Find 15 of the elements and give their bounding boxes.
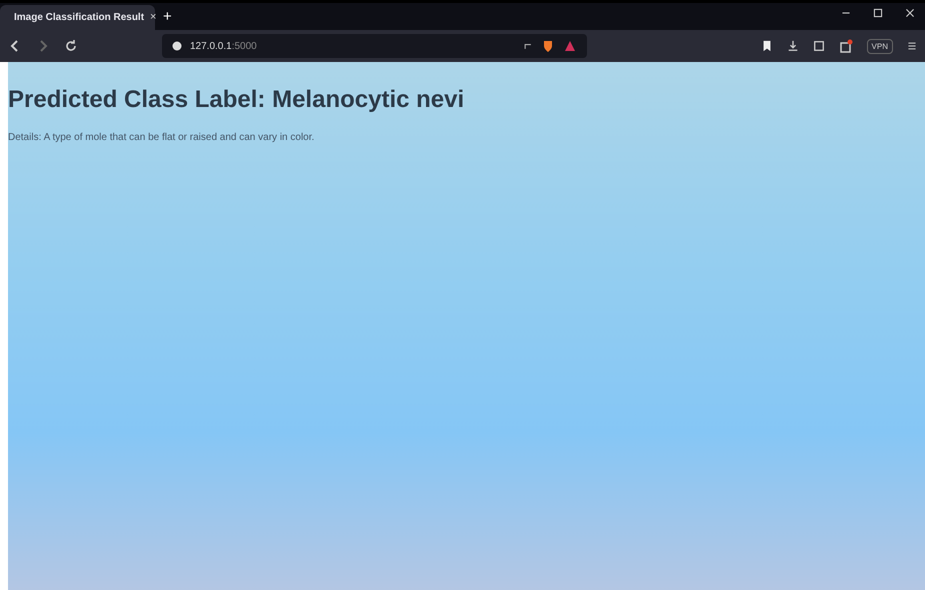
maximize-icon[interactable] xyxy=(873,8,883,18)
close-icon[interactable] xyxy=(905,8,915,18)
url-text: 127.0.0.1:5000 xyxy=(190,40,257,52)
browser-tab[interactable]: Image Classification Result × xyxy=(0,5,155,30)
vpn-button[interactable]: VPN xyxy=(866,38,893,54)
triangle-icon[interactable] xyxy=(562,39,577,53)
reload-icon[interactable] xyxy=(64,39,78,53)
bookmark-icon[interactable] xyxy=(760,40,773,52)
close-tab-button[interactable]: × xyxy=(150,12,156,23)
page-heading: Predicted Class Label: Melanocytic nevi xyxy=(8,85,466,114)
address-bar[interactable]: 127.0.0.1:5000 xyxy=(162,34,587,58)
details-text: Details: A type of mole that can be flat or raised and can vary in color. xyxy=(8,132,316,143)
menu-icon[interactable] xyxy=(907,40,917,52)
new-tab-button[interactable]: + xyxy=(163,8,172,25)
download-icon[interactable] xyxy=(786,40,799,52)
